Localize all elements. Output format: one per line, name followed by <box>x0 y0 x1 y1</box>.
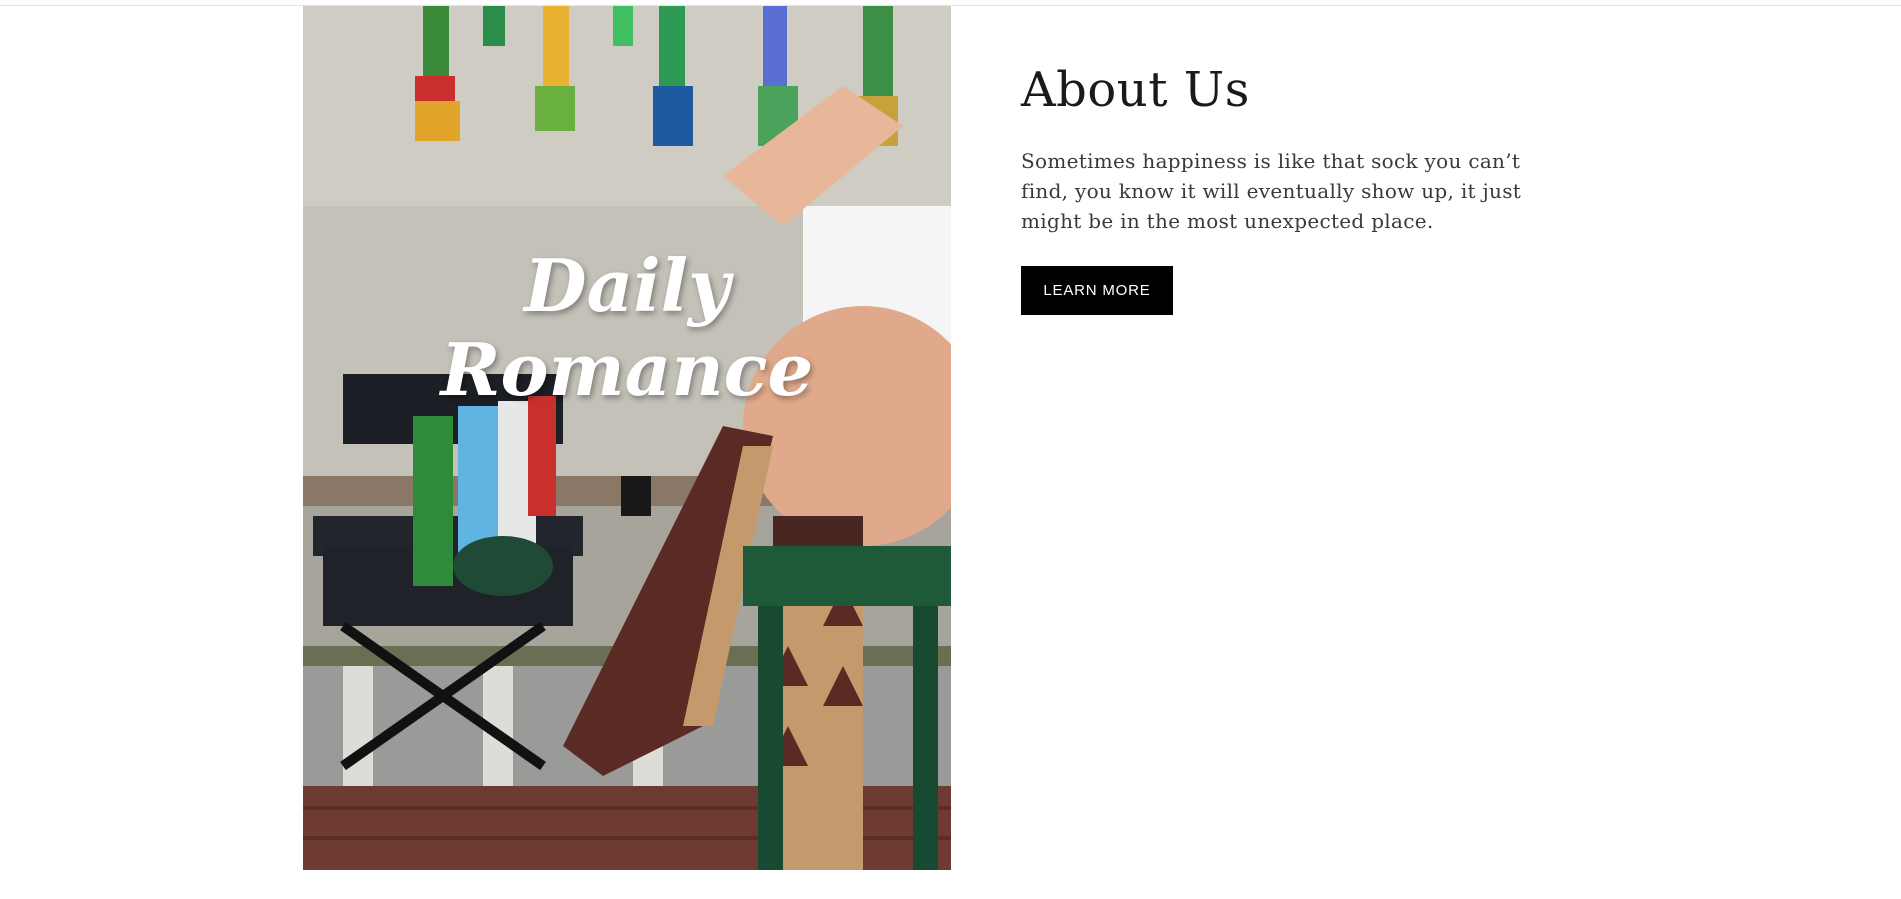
about-section: About Us Sometimes happiness is like tha… <box>1021 60 1561 315</box>
learn-more-button[interactable]: LEARN MORE <box>1021 266 1173 315</box>
about-description: Sometimes happiness is like that sock yo… <box>1021 149 1522 233</box>
about-title: About Us <box>1021 62 1250 118</box>
hero-photo-illustration <box>303 6 951 870</box>
hero-overlay-line-2: Romance <box>440 327 814 412</box>
hero-image: Daily Romance <box>303 6 951 870</box>
hero-overlay-line-1: Daily <box>524 243 730 328</box>
hero-overlay-title: Daily Romance <box>303 244 951 412</box>
